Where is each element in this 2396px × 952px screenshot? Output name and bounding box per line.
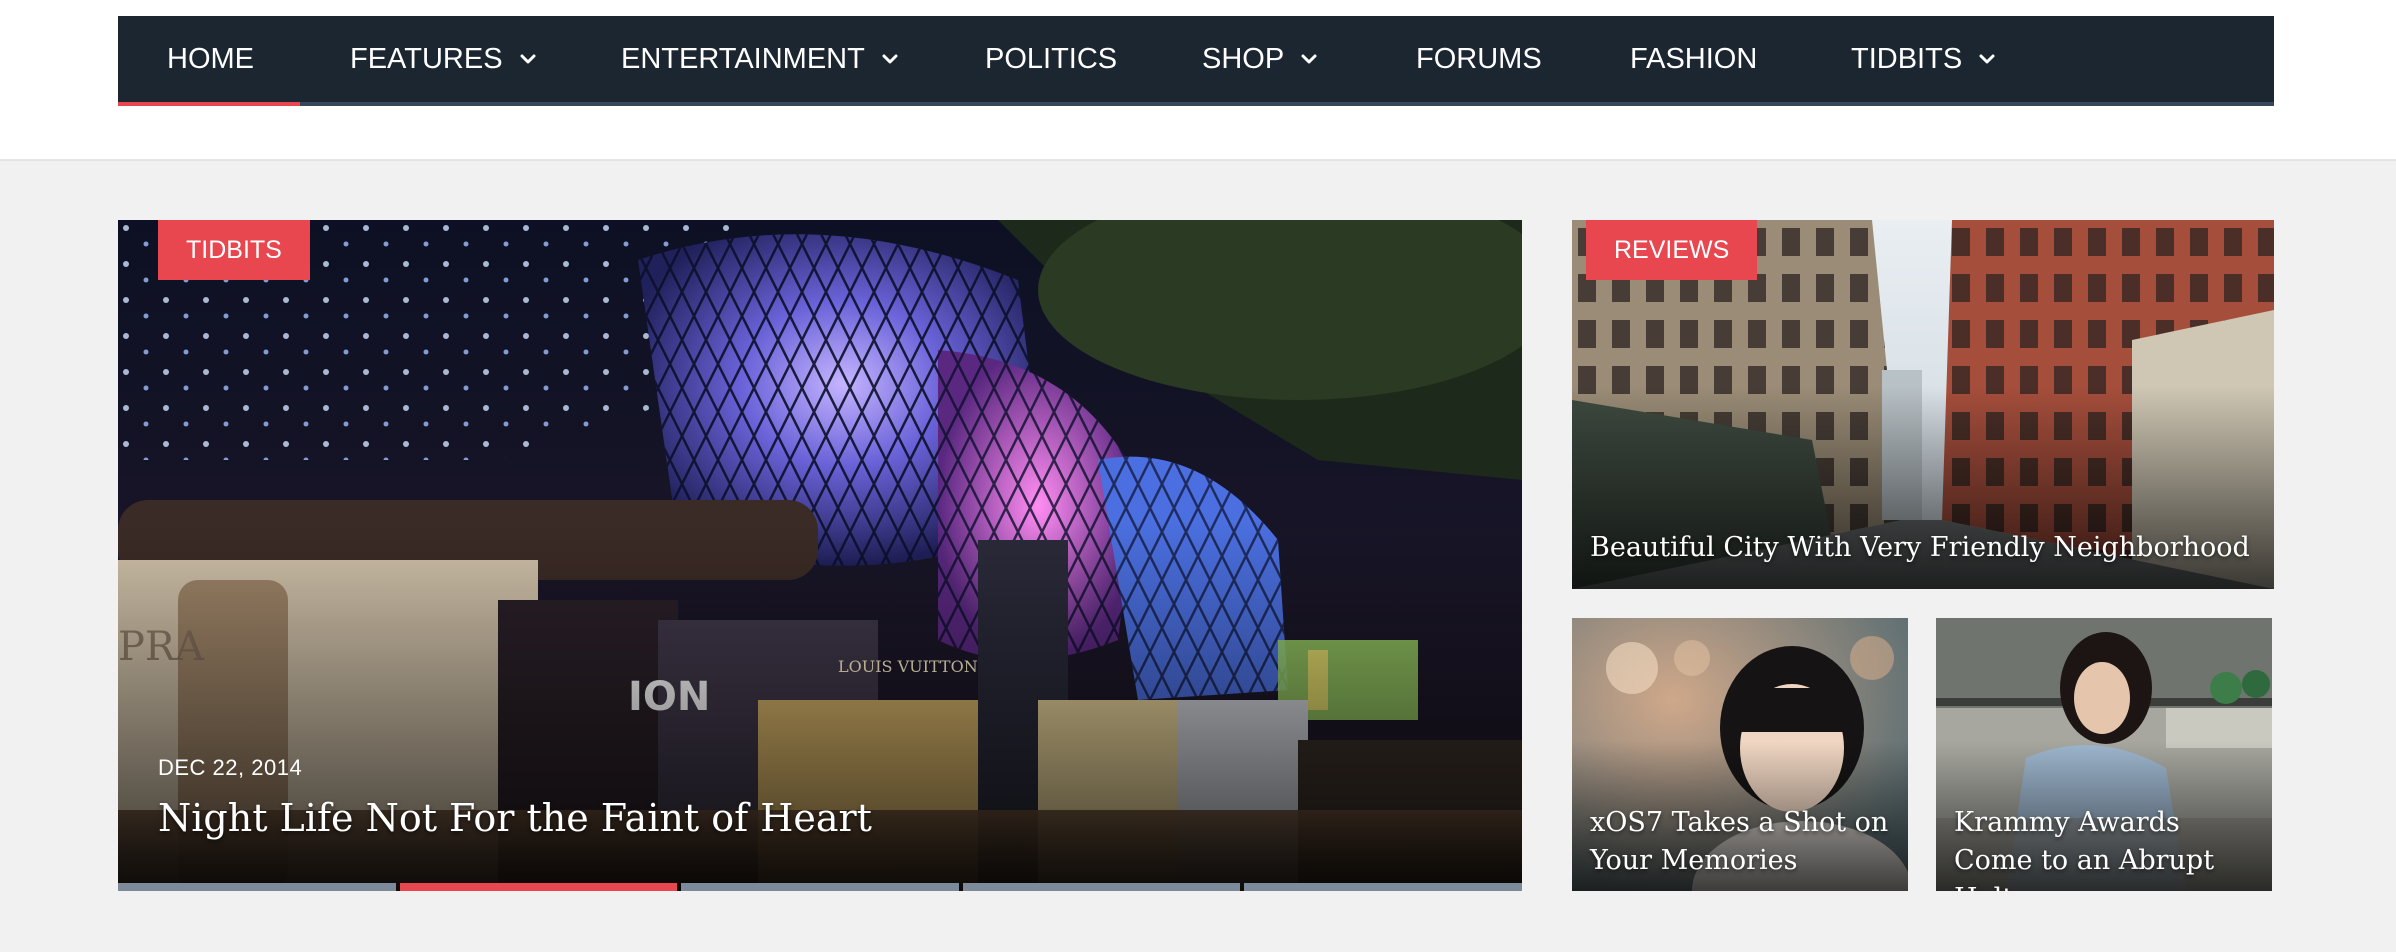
slider-tabs — [118, 883, 1522, 891]
side-card-bottom-left[interactable]: xOS7 Takes a Shot on Your Memories — [1572, 618, 1908, 891]
nav-item-entertainment[interactable]: ENTERTAINMENT — [621, 16, 901, 102]
nav-item-home[interactable]: HOME — [167, 16, 254, 102]
nav-label: FASHION — [1630, 42, 1758, 75]
featured-slider[interactable]: ION LOUIS VUITTON PRA TIDBITS DEC 22, 20… — [118, 220, 1522, 891]
side-card-top[interactable]: REVIEWS Beautiful City With Very Friendl… — [1572, 220, 2274, 589]
side-top-title[interactable]: Beautiful City With Very Friendly Neighb… — [1590, 532, 2260, 563]
slide-tab-active[interactable] — [399, 883, 678, 891]
slide-tab[interactable] — [1244, 883, 1522, 891]
nav-item-fashion[interactable]: FASHION — [1630, 16, 1757, 102]
post-date: DEC 22, 2014 — [158, 755, 303, 780]
nav-label: POLITICS — [985, 42, 1118, 75]
nav-label: FEATURES — [350, 42, 503, 75]
slide-tab[interactable] — [681, 883, 959, 891]
nav-label: TIDBITS — [1851, 42, 1963, 75]
category-badge[interactable]: REVIEWS — [1586, 220, 1758, 280]
nav-label: HOME — [167, 42, 254, 75]
side-bottom-right-title[interactable]: Krammy Awards Come to an Abrupt Halt — [1954, 804, 2264, 891]
nav-item-tidbits[interactable]: TIDBITS — [1851, 16, 1998, 102]
chevron-down-icon — [520, 54, 536, 64]
nav-label: ENTERTAINMENT — [621, 42, 865, 75]
nav-active-indicator — [118, 102, 300, 106]
nav-label: SHOP — [1202, 42, 1285, 75]
nav-label: FORUMS — [1416, 42, 1542, 75]
nav-item-shop[interactable]: SHOP — [1202, 16, 1320, 102]
side-card-bottom-right[interactable]: Krammy Awards Come to an Abrupt Halt — [1936, 618, 2272, 891]
featured-title[interactable]: Night Life Not For the Faint of Heart — [158, 796, 872, 840]
chevron-down-icon — [882, 54, 898, 64]
category-badge[interactable]: TIDBITS — [158, 220, 310, 280]
side-bottom-left-title[interactable]: xOS7 Takes a Shot on Your Memories — [1590, 804, 1890, 880]
main-navigation: HOME FEATURES ENTERTAINMENT POLITICS SHO… — [118, 16, 2274, 106]
slide-tab[interactable] — [118, 883, 396, 891]
nav-item-politics[interactable]: POLITICS — [985, 16, 1117, 102]
nav-item-features[interactable]: FEATURES — [350, 16, 539, 102]
chevron-down-icon — [1301, 54, 1317, 64]
nav-item-forums[interactable]: FORUMS — [1416, 16, 1542, 102]
chevron-down-icon — [1979, 54, 1995, 64]
slide-tab[interactable] — [962, 883, 1241, 891]
